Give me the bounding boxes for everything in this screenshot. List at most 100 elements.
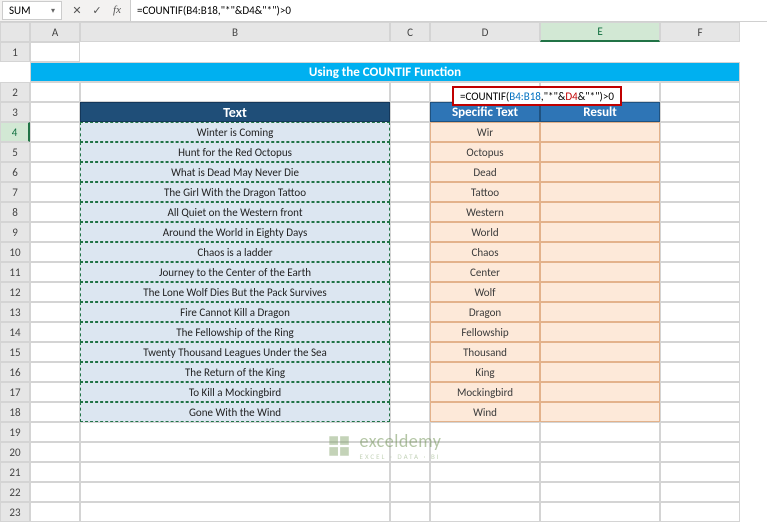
cell-A7[interactable]: [30, 182, 80, 202]
cell-F5[interactable]: [660, 142, 740, 162]
cell-A11[interactable]: [30, 262, 80, 282]
result-cell[interactable]: [540, 242, 660, 262]
text-cell[interactable]: Twenty Thousand Leagues Under the Sea: [80, 342, 390, 362]
cell-F23[interactable]: [660, 502, 740, 522]
cell-C9[interactable]: [390, 222, 430, 242]
cell-C22[interactable]: [390, 482, 430, 502]
cell-F3[interactable]: [660, 102, 740, 122]
cell-C3[interactable]: [390, 102, 430, 122]
row-head-9[interactable]: 9: [0, 222, 30, 242]
row-head-14[interactable]: 14: [0, 322, 30, 342]
cell-F18[interactable]: [660, 402, 740, 422]
row-head-19[interactable]: 19: [0, 422, 30, 442]
specific-cell[interactable]: Thousand: [430, 342, 540, 362]
specific-cell[interactable]: Chaos: [430, 242, 540, 262]
cell-D22[interactable]: [430, 482, 540, 502]
specific-cell[interactable]: World: [430, 222, 540, 242]
cell-A2[interactable]: [30, 82, 80, 102]
col-head-A[interactable]: A: [30, 22, 80, 42]
text-cell[interactable]: Hunt for the Red Octopus: [80, 142, 390, 162]
cell-A4[interactable]: [30, 122, 80, 142]
cell-C21[interactable]: [390, 462, 430, 482]
specific-cell[interactable]: Dead: [430, 162, 540, 182]
cell-F20[interactable]: [660, 442, 740, 462]
cell-B22[interactable]: [80, 482, 390, 502]
row-head-16[interactable]: 16: [0, 362, 30, 382]
row-head-8[interactable]: 8: [0, 202, 30, 222]
row-head-11[interactable]: 11: [0, 262, 30, 282]
cell-A6[interactable]: [30, 162, 80, 182]
cell-F17[interactable]: [660, 382, 740, 402]
specific-cell[interactable]: Wind: [430, 402, 540, 422]
col-head-E[interactable]: E: [540, 22, 660, 42]
cell-F21[interactable]: [660, 462, 740, 482]
text-cell[interactable]: To Kill a Mockingbird: [80, 382, 390, 402]
cell-C2[interactable]: [390, 82, 430, 102]
result-cell[interactable]: [540, 342, 660, 362]
cell-E22[interactable]: [540, 482, 660, 502]
row-head-7[interactable]: 7: [0, 182, 30, 202]
cell-F15[interactable]: [660, 342, 740, 362]
fx-icon[interactable]: fx: [108, 4, 126, 17]
cell-A5[interactable]: [30, 142, 80, 162]
row-head-10[interactable]: 10: [0, 242, 30, 262]
cell-C10[interactable]: [390, 242, 430, 262]
specific-cell[interactable]: Fellowship: [430, 322, 540, 342]
name-box[interactable]: SUM ▾: [2, 1, 62, 20]
text-cell[interactable]: Winter is Coming: [80, 122, 390, 142]
row-head-3[interactable]: 3: [0, 102, 30, 122]
cell-E19[interactable]: [540, 422, 660, 442]
cell-D21[interactable]: [430, 462, 540, 482]
text-cell[interactable]: Journey to the Center of the Earth: [80, 262, 390, 282]
cell-C13[interactable]: [390, 302, 430, 322]
cell-A9[interactable]: [30, 222, 80, 242]
cell-C17[interactable]: [390, 382, 430, 402]
specific-cell[interactable]: Western: [430, 202, 540, 222]
cell-F11[interactable]: [660, 262, 740, 282]
formula-input[interactable]: =COUNTIF(B4:B18,"*"&D4&"*")>0: [130, 0, 767, 21]
row-head-20[interactable]: 20: [0, 442, 30, 462]
result-cell[interactable]: [540, 362, 660, 382]
col-head-C[interactable]: C: [390, 22, 430, 42]
cell-A18[interactable]: [30, 402, 80, 422]
row-head-17[interactable]: 17: [0, 382, 30, 402]
result-cell[interactable]: [540, 322, 660, 342]
specific-cell[interactable]: Octopus: [430, 142, 540, 162]
cell-C14[interactable]: [390, 322, 430, 342]
cell-A20[interactable]: [30, 442, 80, 462]
col-head-D[interactable]: D: [430, 22, 540, 42]
cell-C7[interactable]: [390, 182, 430, 202]
cancel-icon[interactable]: ✕: [68, 4, 86, 17]
specific-cell[interactable]: Dragon: [430, 302, 540, 322]
cell-A16[interactable]: [30, 362, 80, 382]
result-cell[interactable]: [540, 402, 660, 422]
result-cell[interactable]: [540, 282, 660, 302]
row-head-4[interactable]: 4: [0, 122, 30, 142]
result-cell[interactable]: [540, 262, 660, 282]
col-head-F[interactable]: F: [660, 22, 740, 42]
text-cell[interactable]: What is Dead May Never Die: [80, 162, 390, 182]
cell-A23[interactable]: [30, 502, 80, 522]
result-cell[interactable]: [540, 382, 660, 402]
text-cell[interactable]: The Return of the King: [80, 362, 390, 382]
row-head-23[interactable]: 23: [0, 502, 30, 522]
cell-C15[interactable]: [390, 342, 430, 362]
cell-A22[interactable]: [30, 482, 80, 502]
inline-cell-editor[interactable]: =COUNTIF(B4:B18,"*"&D4&"*")>0: [452, 86, 622, 106]
specific-cell[interactable]: King: [430, 362, 540, 382]
cell-B2[interactable]: [80, 82, 390, 102]
cell-B23[interactable]: [80, 502, 390, 522]
cell-A13[interactable]: [30, 302, 80, 322]
cell-A12[interactable]: [30, 282, 80, 302]
row-head-12[interactable]: 12: [0, 282, 30, 302]
cell-C16[interactable]: [390, 362, 430, 382]
cell-F22[interactable]: [660, 482, 740, 502]
row-head-18[interactable]: 18: [0, 402, 30, 422]
cell-A10[interactable]: [30, 242, 80, 262]
row-head-5[interactable]: 5: [0, 142, 30, 162]
cell-A14[interactable]: [30, 322, 80, 342]
text-cell[interactable]: The Lone Wolf Dies But the Pack Survives: [80, 282, 390, 302]
text-cell[interactable]: Fire Cannot Kill a Dragon: [80, 302, 390, 322]
row-head-2[interactable]: 2: [0, 82, 30, 102]
cell-F7[interactable]: [660, 182, 740, 202]
